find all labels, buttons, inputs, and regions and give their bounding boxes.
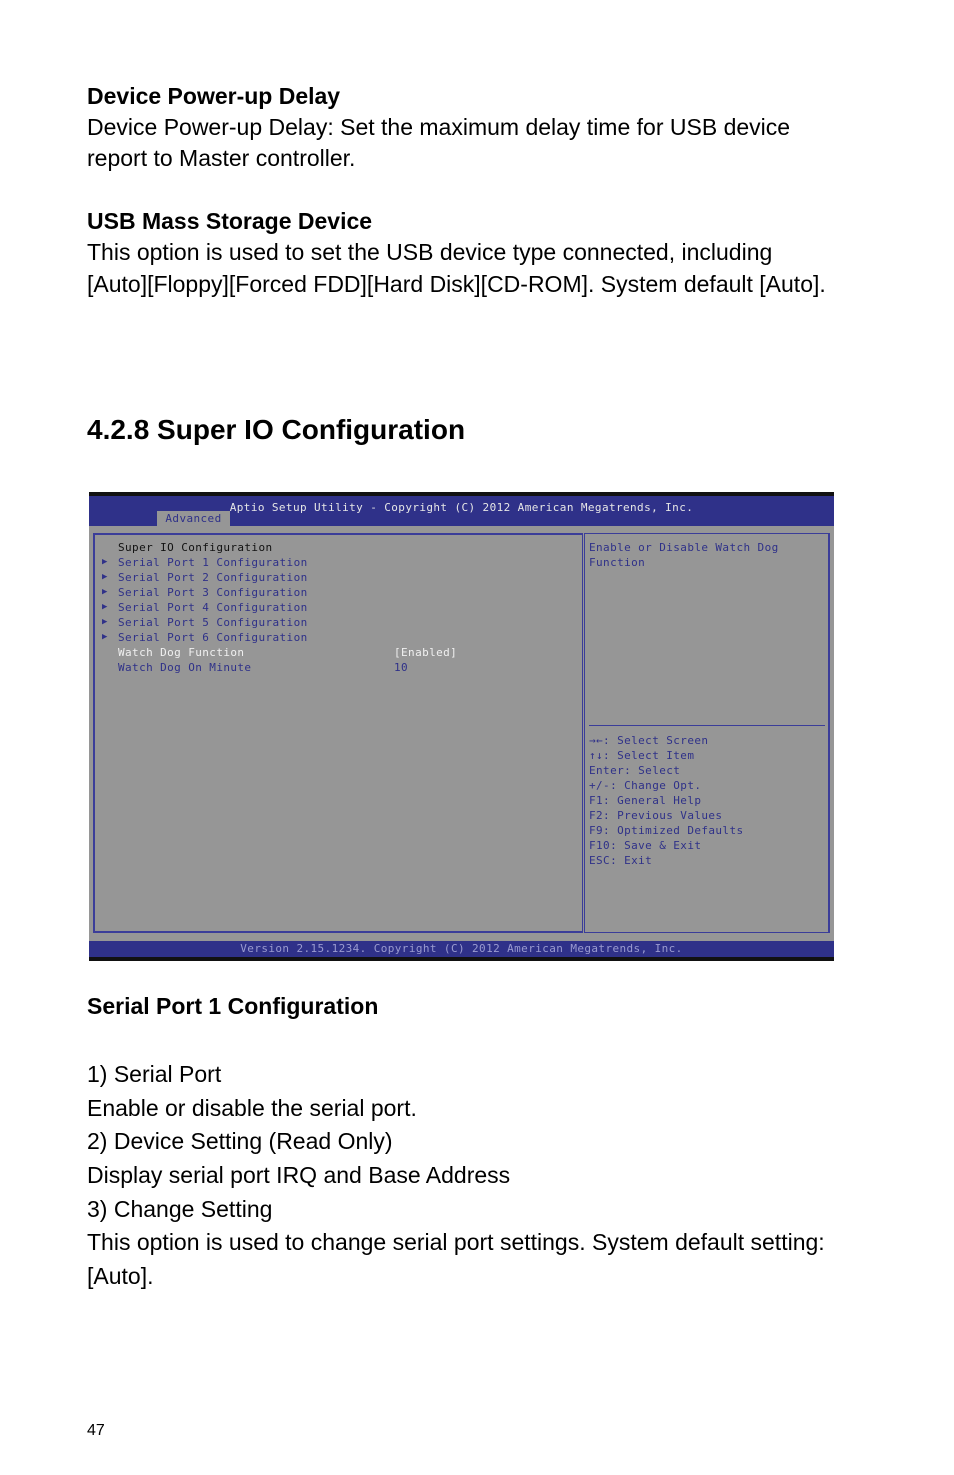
key-help-esc: ESC: Exit <box>589 854 653 867</box>
list-item: 3) Change Setting <box>87 1196 273 1222</box>
list-item-description: This option is used to change serial por… <box>87 1229 825 1255</box>
triangle-right-icon: ▶ <box>102 587 108 597</box>
key-help-f10: F10: Save & Exit <box>589 839 702 852</box>
submenu-serial-port-4[interactable]: Serial Port 4 Configuration <box>118 600 308 615</box>
page-number: 47 <box>87 1422 105 1439</box>
list-item-description: Display serial port IRQ and Base Address <box>87 1162 511 1188</box>
heading-usb-mass-storage-device: USB Mass Storage Device <box>87 208 373 234</box>
triangle-right-icon: ▶ <box>102 557 108 567</box>
section-title: 4.2.8 Super IO Configuration <box>87 414 466 445</box>
submenu-serial-port-2[interactable]: Serial Port 2 Configuration <box>118 570 308 585</box>
key-help-f9: F9: Optimized Defaults <box>589 824 744 837</box>
list-item-description: [Auto]. <box>87 1263 154 1289</box>
setting-watch-dog-on-minute-value[interactable]: 10 <box>394 660 408 675</box>
setting-watch-dog-function-label[interactable]: Watch Dog Function <box>118 645 244 660</box>
key-help-select-screen: →←: Select Screen <box>589 734 709 747</box>
tab-advanced[interactable]: Advanced <box>157 511 230 526</box>
paragraph-line: report to Master controller. <box>87 145 356 171</box>
heading-serial-port-1-configuration: Serial Port 1 Configuration <box>87 993 379 1019</box>
bios-bottom-border <box>89 957 834 961</box>
list-item: 1) Serial Port <box>87 1061 222 1087</box>
help-text-line: Function <box>589 556 646 569</box>
submenu-serial-port-3[interactable]: Serial Port 3 Configuration <box>118 585 308 600</box>
heading-device-power-up-delay: Device Power-up Delay <box>87 83 341 109</box>
triangle-right-icon: ▶ <box>102 617 108 627</box>
triangle-right-icon: ▶ <box>102 632 108 642</box>
key-help-f1: F1: General Help <box>589 794 702 807</box>
submenu-serial-port-5[interactable]: Serial Port 5 Configuration <box>118 615 308 630</box>
bios-page-heading: Super IO Configuration <box>118 541 273 554</box>
bios-settings-pane: Super IO Configuration ▶ Serial Port 1 C… <box>93 533 583 933</box>
bios-footer: Version 2.15.1234. Copyright (C) 2012 Am… <box>89 941 834 957</box>
key-help-f2: F2: Previous Values <box>589 809 723 822</box>
key-help-select-item: ↑↓: Select Item <box>589 749 695 762</box>
help-divider <box>589 725 825 726</box>
key-help-enter: Enter: Select <box>589 764 681 777</box>
list-item-description: Enable or disable the serial port. <box>87 1095 417 1121</box>
submenu-serial-port-1[interactable]: Serial Port 1 Configuration <box>118 555 308 570</box>
help-text-line: Enable or Disable Watch Dog <box>589 541 779 554</box>
triangle-right-icon: ▶ <box>102 572 108 582</box>
list-item: 2) Device Setting (Read Only) <box>87 1128 393 1154</box>
setting-watch-dog-function-value[interactable]: [Enabled] <box>394 645 457 660</box>
key-help-change-opt: +/-: Change Opt. <box>589 779 702 792</box>
setting-watch-dog-on-minute-label[interactable]: Watch Dog On Minute <box>118 660 251 675</box>
paragraph-line: This option is used to set the USB devic… <box>87 239 773 265</box>
bios-screenshot: Aptio Setup Utility - Copyright (C) 2012… <box>89 492 834 961</box>
paragraph-line: [Auto][Floppy][Forced FDD][Hard Disk][CD… <box>87 271 826 297</box>
bios-header: Aptio Setup Utility - Copyright (C) 2012… <box>89 496 834 526</box>
bios-help-pane: Enable or Disable Watch Dog Function →←:… <box>584 533 830 933</box>
triangle-right-icon: ▶ <box>102 602 108 612</box>
paragraph-line: Device Power-up Delay: Set the maximum d… <box>87 114 791 140</box>
submenu-serial-port-6[interactable]: Serial Port 6 Configuration <box>118 630 308 645</box>
